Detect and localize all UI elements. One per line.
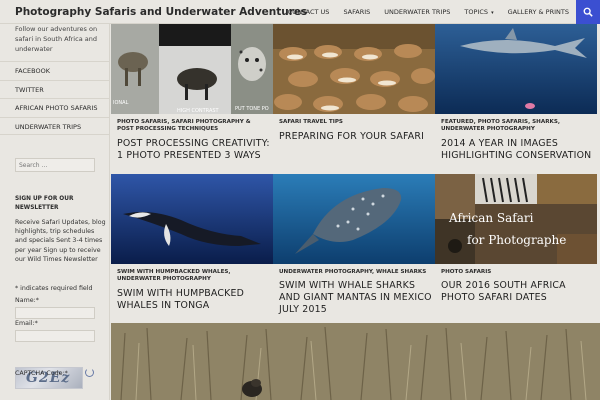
nav-underwater-trips[interactable]: UNDERWATER TRIPS — [377, 0, 457, 24]
site-title[interactable]: Photography Safaris and Underwater Adven… — [15, 6, 307, 18]
vulture-grass-photo — [111, 323, 600, 400]
post-card: SAFARI TRAVEL TIPS PREPARING FOR YOUR SA… — [273, 24, 435, 174]
thumb-label-2: for Photographe — [467, 233, 566, 247]
post-card: FEATURED, PHOTO SAFARIS, SHARKS, UNDERWA… — [435, 24, 597, 174]
post-title[interactable]: SWIM WITH HUMPBACKED WHALES IN TONGA — [117, 288, 273, 312]
post-card: African Safari for Photographe PHOTO SAF… — [435, 174, 597, 322]
post-title[interactable]: SWIM WITH WHALE SHARKS AND GIANT MANTAS … — [279, 280, 435, 316]
post-thumbnail[interactable]: African Safari for Photographe — [435, 174, 597, 264]
newsletter-text: Receive Safari Updates, blog highlights,… — [15, 219, 106, 263]
site-header: Photography Safaris and Underwater Adven… — [0, 0, 600, 24]
post-card: UNDERWATER PHOTOGRAPHY, WHALE SHARKS SWI… — [273, 174, 435, 322]
post-categories[interactable]: SWIM WITH HUMPBACKED WHALES, UNDERWATER … — [117, 269, 269, 283]
post-title[interactable]: PREPARING FOR YOUR SAFARI — [279, 131, 435, 143]
chevron-down-icon: ▾ — [491, 10, 494, 16]
search-icon — [583, 7, 593, 17]
nav-gallery-prints[interactable]: GALLERY & PRINTS — [501, 0, 576, 24]
humpback-whale-photo — [111, 174, 273, 264]
nav-safaris[interactable]: SAFARIS — [336, 0, 377, 24]
sidebar-item-twitter[interactable]: TWITTER — [0, 79, 110, 99]
name-label: Name:* — [15, 297, 39, 304]
post-title[interactable]: 2014 A YEAR IN IMAGES HIGHLIGHTING CONSE… — [441, 138, 597, 162]
sidebar-item-facebook[interactable]: FACEBOOK — [0, 61, 110, 80]
sidebar-menu: FACEBOOK TWITTER AFRICAN PHOTO SAFARIS U… — [0, 61, 110, 135]
sidebar: Follow our adventures on safari in South… — [0, 24, 110, 400]
refresh-icon[interactable] — [85, 368, 94, 377]
post-title[interactable]: OUR 2016 SOUTH AFRICA PHOTO SAFARI DATES — [441, 280, 597, 304]
african-safari-collage: African Safari for Photographe — [435, 174, 597, 264]
post-categories[interactable]: SAFARI TRAVEL TIPS — [279, 119, 431, 126]
thumb-label-2: HIGH CONTRAST — [177, 108, 220, 114]
whale-shark-photo — [273, 174, 435, 264]
email-field[interactable] — [15, 330, 95, 342]
thumb-label-1: African Safari — [448, 211, 534, 225]
email-label: Email:* — [15, 320, 38, 327]
search-input[interactable] — [15, 158, 95, 172]
sidebar-item-underwater-trips[interactable]: UNDERWATER TRIPS — [0, 116, 110, 135]
post-card: SWIM WITH HUMPBACKED WHALES, UNDERWATER … — [111, 174, 273, 322]
post-categories[interactable]: FEATURED, PHOTO SAFARIS, SHARKS, UNDERWA… — [441, 119, 593, 133]
leopard-photo: IONAL HIGH CONTRAST PUT TONE PO — [111, 24, 273, 114]
thumb-label-1: IONAL — [113, 100, 129, 106]
nav-topics[interactable]: TOPICS ▾ — [457, 0, 500, 24]
nav-topics-label: TOPICS — [464, 8, 488, 16]
post-thumbnail[interactable] — [435, 24, 597, 114]
newsletter-title: SIGN UP FOR OUR NEWSLETTER — [15, 196, 74, 211]
required-note: * indicates required field — [15, 285, 93, 292]
post-thumbnail[interactable]: IONAL HIGH CONTRAST PUT TONE PO — [111, 24, 273, 114]
main-nav: CONTACT US SAFARIS UNDERWATER TRIPS TOPI… — [281, 0, 576, 24]
search-button[interactable] — [576, 0, 600, 24]
captcha-label: CAPTCHA Code:* — [15, 370, 68, 377]
post-thumbnail[interactable] — [273, 174, 435, 264]
shark-photo — [435, 24, 597, 114]
post-categories[interactable]: UNDERWATER PHOTOGRAPHY, WHALE SHARKS — [279, 269, 431, 276]
nav-contact-us[interactable]: CONTACT US — [281, 0, 337, 24]
post-title[interactable]: POST PROCESSING CREATIVITY: 1 PHOTO PRES… — [117, 138, 273, 162]
post-thumbnail[interactable] — [111, 323, 600, 400]
thumb-label-3: PUT TONE PO — [235, 106, 269, 112]
post-card: IONAL HIGH CONTRAST PUT TONE PO PHOTO SA… — [111, 24, 273, 174]
name-field[interactable] — [15, 307, 95, 319]
site-tagline: Follow our adventures on safari in South… — [15, 25, 98, 53]
post-thumbnail[interactable] — [111, 174, 273, 264]
impala-herd-photo — [273, 24, 435, 114]
sidebar-item-african-photo-safaris[interactable]: AFRICAN PHOTO SAFARIS — [0, 98, 110, 117]
post-thumbnail[interactable] — [273, 24, 435, 114]
post-categories[interactable]: PHOTO SAFARIS — [441, 269, 593, 276]
post-categories[interactable]: PHOTO SAFARIS, SAFARI PHOTOGRAPHY & POST… — [117, 119, 269, 133]
